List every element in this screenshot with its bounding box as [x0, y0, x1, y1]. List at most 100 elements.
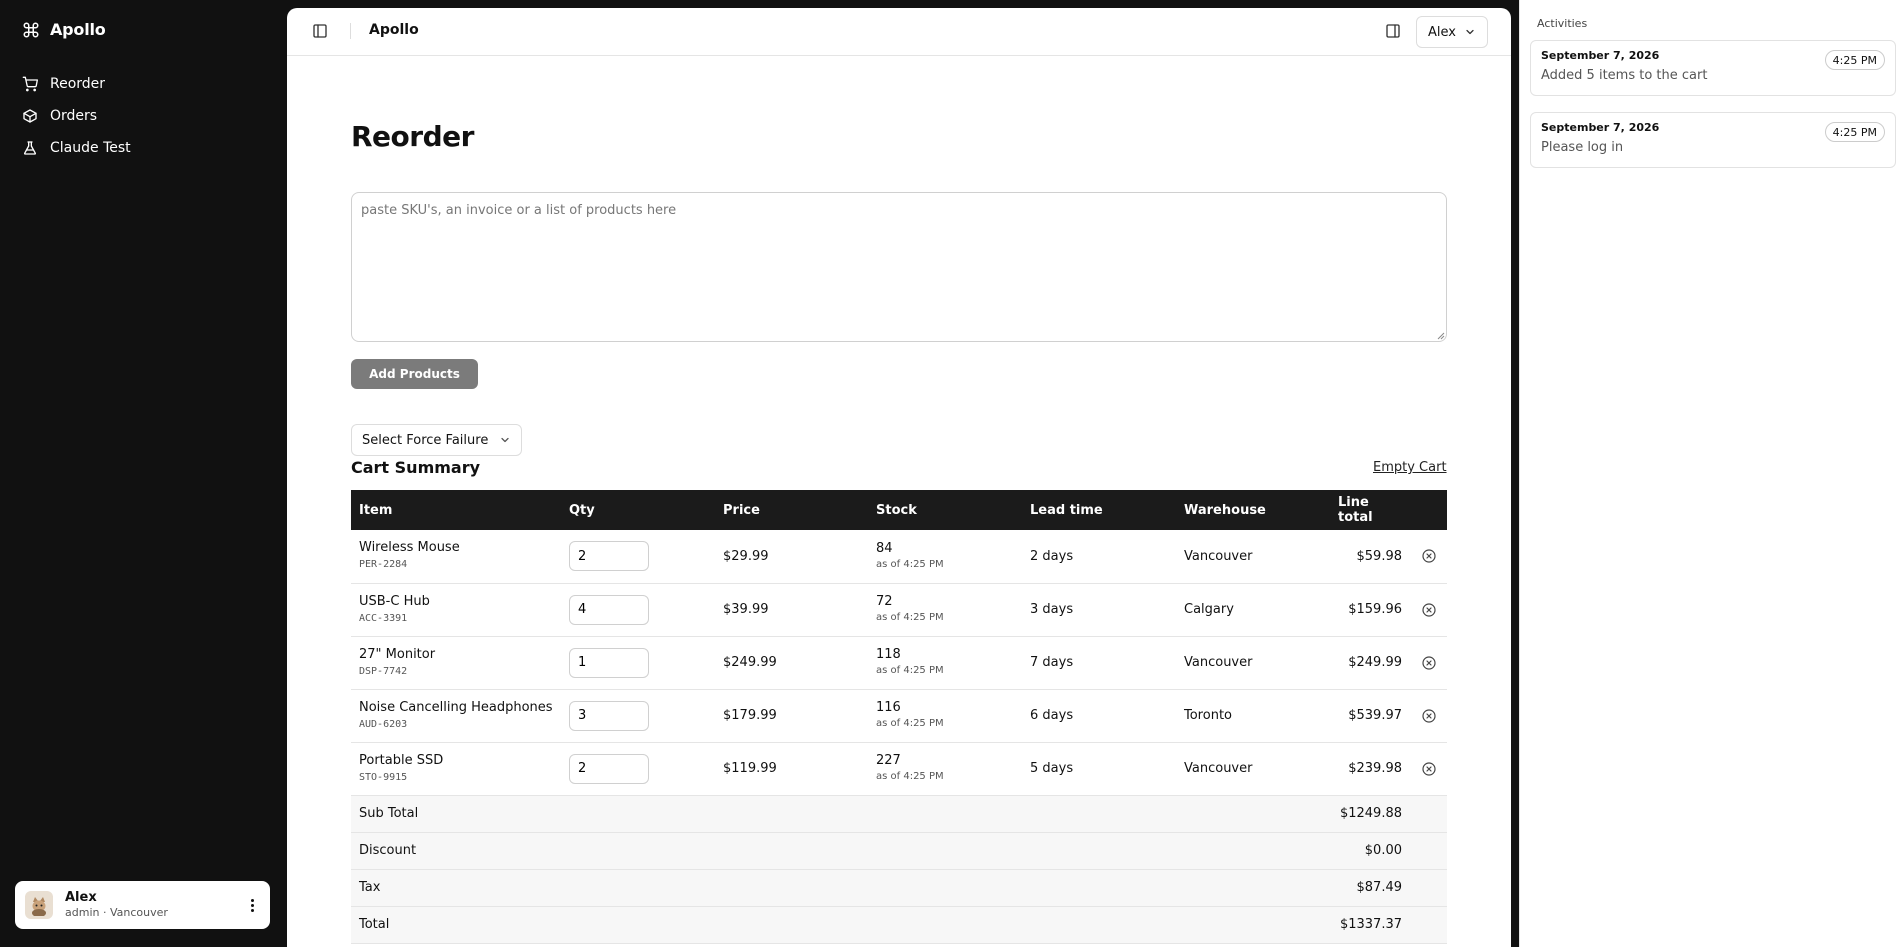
item-sku: AUD-6203: [359, 718, 408, 730]
stock-timestamp: as of 4:25 PM: [876, 771, 944, 782]
item-sku: STO-9915: [359, 771, 408, 783]
topbar: Apollo Alex: [287, 8, 1511, 56]
header-line-total: Line total: [1330, 490, 1410, 530]
subtotal-label: Sub Total: [351, 795, 1330, 833]
discount-value: $0.00: [1330, 832, 1410, 870]
activity-time-badge: 4:25 PM: [1824, 50, 1885, 70]
tax-row: Tax $87.49: [351, 869, 1447, 907]
chevron-down-icon: [501, 437, 509, 443]
item-name: USB-C Hub: [359, 593, 430, 609]
subtotal-row: Sub Total $1249.88: [351, 795, 1447, 833]
qty-input[interactable]: [569, 541, 649, 572]
warehouse: Calgary: [1176, 583, 1330, 637]
header-warehouse: Warehouse: [1176, 490, 1330, 530]
remove-circle-icon[interactable]: [1421, 602, 1437, 618]
cart-table: Item Qty Price Stock Lead time Warehouse…: [351, 490, 1447, 944]
item-price: $29.99: [715, 530, 868, 584]
chevron-down-icon: [1466, 29, 1474, 35]
activity-panel: Activities September 7, 2026 Added 5 ite…: [1519, 0, 1901, 947]
qty-input[interactable]: [569, 700, 649, 731]
remove-circle-icon[interactable]: [1421, 655, 1437, 671]
force-failure-label: Select Force Failure: [362, 432, 489, 448]
lead-time: 2 days: [1022, 530, 1176, 584]
remove-circle-icon[interactable]: [1421, 761, 1437, 777]
empty-cart-link[interactable]: Empty Cart: [1373, 460, 1447, 475]
item-price: $119.99: [715, 742, 868, 796]
user-menu-button[interactable]: Alex: [1416, 16, 1488, 48]
header-item: Item: [351, 490, 561, 530]
user-card[interactable]: Alex admin · Vancouver: [15, 881, 270, 929]
table-header-row: Item Qty Price Stock Lead time Warehouse…: [351, 490, 1447, 530]
header-qty: Qty: [561, 490, 715, 530]
remove-circle-icon[interactable]: [1421, 708, 1437, 724]
header-stock: Stock: [868, 490, 1022, 530]
activity-item: September 7, 2026 Please log in 4:25 PM: [1530, 112, 1896, 168]
table-row: USB-C Hub ACC-3391 $39.99 72 as of 4:25 PM…: [351, 583, 1447, 637]
table-row: Wireless Mouse PER-2284 $29.99 84 as of 4:…: [351, 530, 1447, 584]
stock-value: 116: [876, 700, 901, 715]
line-total: $249.99: [1330, 636, 1410, 690]
box-icon: [23, 109, 37, 123]
tax-label: Tax: [351, 869, 1330, 907]
more-vertical-icon[interactable]: [244, 895, 260, 915]
stock-value: 118: [876, 647, 901, 662]
add-products-button[interactable]: Add Products: [351, 359, 478, 389]
sidebar-nav: Reorder Orders Claude Test: [22, 68, 272, 164]
qty-input[interactable]: [569, 753, 649, 784]
user-name: Alex: [65, 890, 97, 905]
topbar-title: Apollo: [369, 22, 419, 38]
discount-row: Discount $0.00: [351, 832, 1447, 870]
header-price: Price: [715, 490, 868, 530]
command-icon: [23, 22, 39, 37]
stock-value: 72: [876, 594, 893, 609]
sidebar-item-claude-test[interactable]: Claude Test: [22, 132, 272, 164]
sidebar-toggle-icon[interactable]: [312, 23, 328, 39]
sidebar-item-reorder[interactable]: Reorder: [22, 68, 272, 100]
item-name: Wireless Mouse: [359, 540, 460, 556]
item-sku: ACC-3391: [359, 612, 408, 624]
qty-input[interactable]: [569, 594, 649, 625]
item-name: 27" Monitor: [359, 646, 436, 662]
resize-handle-icon[interactable]: [1437, 332, 1445, 340]
sidebar: Apollo Reorder Orders Claude Test Alex a…: [0, 0, 287, 947]
lead-time: 3 days: [1022, 583, 1176, 637]
force-failure-select[interactable]: Select Force Failure: [351, 424, 522, 456]
cart-summary-title: Cart Summary: [351, 458, 481, 477]
cat-avatar-icon: [28, 894, 50, 916]
sidebar-item-label: Reorder: [50, 76, 106, 92]
topbar-divider: [350, 23, 351, 39]
header-lead-time: Lead time: [1022, 490, 1176, 530]
activities-heading: Activities: [1537, 17, 1588, 30]
item-name: Noise Cancelling Headphones: [359, 699, 553, 715]
page-title: Reorder: [351, 120, 474, 153]
brand-name: Apollo: [50, 20, 106, 39]
warehouse: Toronto: [1176, 689, 1330, 743]
panel-toggle-icon[interactable]: [1385, 23, 1401, 39]
item-price: $39.99: [715, 583, 868, 637]
discount-label: Discount: [351, 832, 1330, 870]
warehouse: Vancouver: [1176, 742, 1330, 796]
stock-value: 227: [876, 753, 901, 768]
brand[interactable]: Apollo: [22, 20, 106, 39]
qty-input[interactable]: [569, 647, 649, 678]
table-row: 27" Monitor DSP-7742 $249.99 118 as of 4:2…: [351, 636, 1447, 690]
line-total: $539.97: [1330, 689, 1410, 743]
item-name: Portable SSD: [359, 752, 444, 768]
remove-circle-icon[interactable]: [1421, 548, 1437, 564]
item-price: $179.99: [715, 689, 868, 743]
sidebar-item-orders[interactable]: Orders: [22, 100, 272, 132]
main-content: Apollo Alex Reorder Add Products Select …: [287, 8, 1511, 947]
user-menu-label: Alex: [1428, 24, 1456, 40]
sidebar-item-label: Orders: [50, 108, 98, 124]
paste-input[interactable]: [351, 192, 1447, 342]
item-price: $249.99: [715, 636, 868, 690]
subtotal-value: $1249.88: [1330, 795, 1410, 833]
table-row: Noise Cancelling Headphones AUD-6203 $179…: [351, 689, 1447, 743]
tax-value: $87.49: [1330, 869, 1410, 907]
table-row: Portable SSD STO-9915 $119.99 227 as of 4:…: [351, 742, 1447, 796]
stock-timestamp: as of 4:25 PM: [876, 558, 944, 570]
stock-timestamp: as of 4:25 PM: [876, 612, 944, 623]
total-row: Total $1337.37: [351, 906, 1447, 944]
activity-time-badge: 4:25 PM: [1824, 122, 1885, 142]
item-sku: PER-2284: [359, 559, 408, 571]
